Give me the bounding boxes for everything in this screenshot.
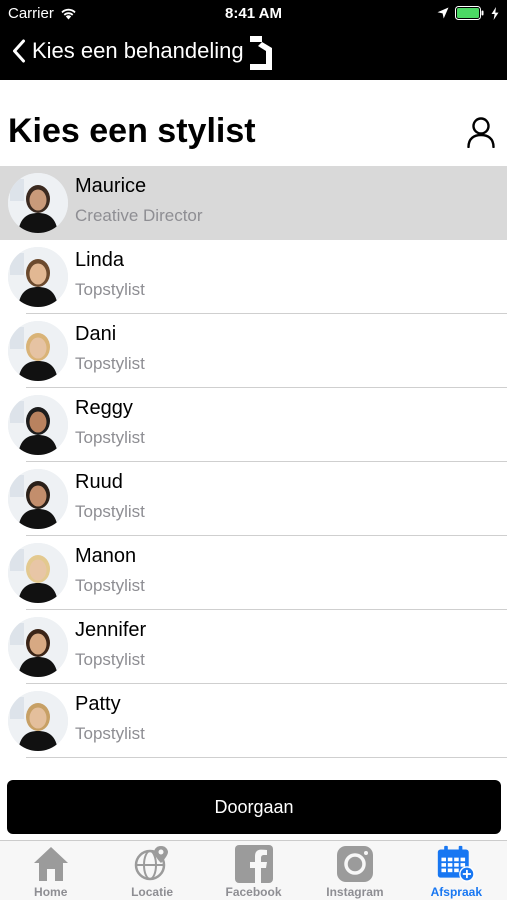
stylist-photo <box>8 617 68 677</box>
brand-logo-icon <box>250 36 272 70</box>
stylist-row[interactable]: Dani Topstylist <box>0 314 507 388</box>
status-bar: Carrier 8:41 AM <box>0 0 507 28</box>
stylist-name: Patty <box>75 693 121 715</box>
stylist-list: Maurice Creative Director Linda Topstylist D… <box>0 166 507 758</box>
location-arrow-icon <box>437 7 449 19</box>
stylist-role: Topstylist <box>75 650 145 669</box>
stylist-role: Topstylist <box>75 576 145 595</box>
stylist-role: Topstylist <box>75 354 145 373</box>
row-divider <box>26 757 507 758</box>
stylist-name: Maurice <box>75 175 147 197</box>
globe-pin-icon <box>132 844 172 884</box>
page-title: Kies een stylist <box>8 112 256 150</box>
stylist-name: Dani <box>75 323 117 345</box>
stylist-role: Topstylist <box>75 280 145 299</box>
stylist-row[interactable]: Maurice Creative Director <box>0 166 507 240</box>
stylist-name: Ruud <box>75 471 123 493</box>
back-button[interactable]: Kies een behandeling <box>12 38 244 64</box>
home-icon <box>31 844 71 884</box>
status-right <box>437 6 499 20</box>
stylist-avatar <box>8 395 68 455</box>
stylist-photo <box>8 469 68 529</box>
stylist-photo <box>8 395 68 455</box>
continue-button[interactable]: Doorgaan <box>7 780 501 834</box>
stylist-role: Topstylist <box>75 428 145 447</box>
stylist-avatar <box>8 543 68 603</box>
stylist-role: Creative Director <box>75 206 203 225</box>
tab-label: Facebook <box>225 885 282 899</box>
stylist-name: Linda <box>75 249 124 271</box>
tab-facebook[interactable]: Facebook <box>203 841 304 900</box>
user-profile-icon[interactable] <box>466 116 496 148</box>
stylist-row[interactable]: Manon Topstylist <box>0 536 507 610</box>
instagram-icon <box>335 844 375 884</box>
tab-locatie[interactable]: Locatie <box>101 841 202 900</box>
calendar-add-icon <box>436 844 476 884</box>
stylist-photo <box>8 247 68 307</box>
back-button-label: Kies een behandeling <box>32 38 244 63</box>
stylist-row[interactable]: Jennifer Topstylist <box>0 610 507 684</box>
stylist-row[interactable]: Patty Topstylist <box>0 684 507 758</box>
stylist-role: Topstylist <box>75 724 145 743</box>
tab-afspraak[interactable]: Afspraak <box>406 841 507 900</box>
stylist-photo <box>8 173 68 233</box>
stylist-avatar <box>8 321 68 381</box>
stylist-role: Topstylist <box>75 502 145 521</box>
chevron-left-icon <box>13 39 25 63</box>
battery-icon <box>455 6 484 20</box>
stylist-name: Reggy <box>75 397 133 419</box>
stylist-name: Manon <box>75 545 137 567</box>
tab-home[interactable]: Home <box>0 841 101 900</box>
stylist-row[interactable]: Ruud Topstylist <box>0 462 507 536</box>
stylist-avatar <box>8 691 68 751</box>
tab-label: Instagram <box>326 885 384 899</box>
stylist-row[interactable]: Linda Topstylist <box>0 240 507 314</box>
facebook-icon <box>234 844 274 884</box>
tab-instagram[interactable]: Instagram <box>304 841 405 900</box>
stylist-avatar <box>8 617 68 677</box>
stylist-photo <box>8 543 68 603</box>
tab-label: Locatie <box>131 885 174 899</box>
tab-label: Afspraak <box>430 885 482 899</box>
stylist-name: Jennifer <box>75 619 147 641</box>
charging-bolt-icon <box>491 6 499 20</box>
stylist-avatar <box>8 247 68 307</box>
stylist-avatar <box>8 469 68 529</box>
tab-bar: Home Locatie Facebook Instagram Afspraak <box>0 840 507 900</box>
stylist-photo <box>8 321 68 381</box>
stylist-row[interactable]: Reggy Topstylist <box>0 388 507 462</box>
stylist-photo <box>8 691 68 751</box>
navigation-bar: Kies een behandeling <box>0 28 507 80</box>
tab-label: Home <box>34 885 68 899</box>
status-time: 8:41 AM <box>225 5 282 22</box>
stylist-avatar <box>8 173 68 233</box>
